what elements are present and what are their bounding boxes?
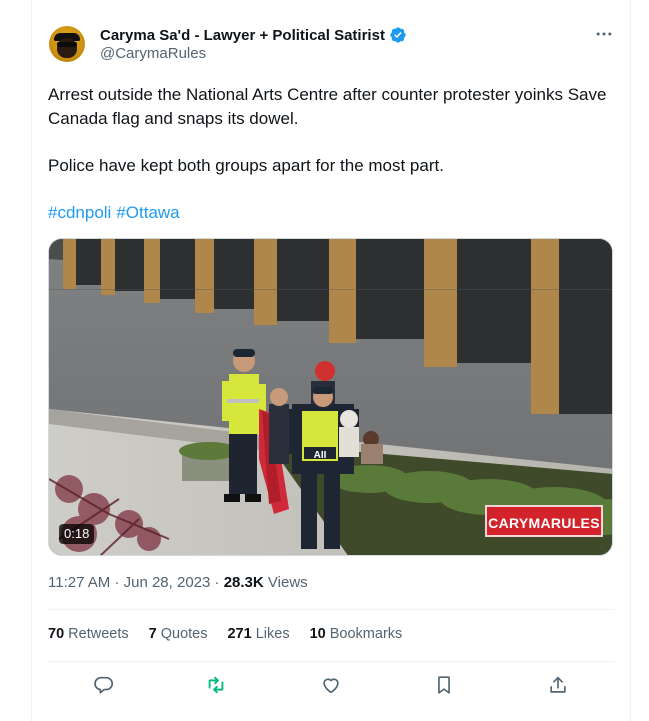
tweet-date[interactable]: Jun 28, 2023 [124, 574, 211, 591]
hashtag-link[interactable]: #cdnpoli [48, 203, 111, 222]
tweet-text-line: Police have kept both groups apart for t… [48, 156, 444, 175]
engagement-stats: 70 Retweets 7 Quotes 271 Likes 10 Bookma… [48, 626, 422, 642]
author-handle[interactable]: @CarymaRules [100, 45, 206, 62]
tweet-meta: 11:27 AM · Jun 28, 2023 · 28.3K Views [48, 574, 308, 591]
author-name-row: Caryma Sa'd - Lawyer + Political Satiris… [100, 25, 407, 45]
timeline-left-border [31, 0, 32, 721]
retweets-stat[interactable]: 70 Retweets [48, 626, 129, 642]
avatar[interactable] [49, 26, 85, 62]
likes-stat[interactable]: 271 Likes [227, 626, 289, 642]
hashtags: #cdnpoli #Ottawa [48, 203, 185, 223]
video-watermark: CARYMARULES [485, 505, 603, 537]
meta-separator: · [214, 574, 220, 591]
author-display-name[interactable]: Caryma Sa'd - Lawyer + Political Satiris… [100, 27, 385, 44]
bookmarks-stat[interactable]: 10 Bookmarks [310, 626, 403, 642]
tweet-text: Arrest outside the National Arts Centre … [48, 83, 608, 178]
verified-badge-icon[interactable] [389, 26, 407, 44]
action-bar [48, 674, 615, 698]
video-player[interactable]: AII 0:18 CARYMARULES [48, 238, 613, 556]
meta-separator: · [114, 574, 120, 591]
divider [48, 661, 615, 662]
bookmark-icon[interactable] [433, 674, 457, 698]
hashtag-link[interactable]: #Ottawa [116, 203, 179, 222]
views-count: 28.3K [223, 574, 264, 591]
divider [48, 609, 615, 610]
retweet-icon[interactable] [205, 674, 229, 698]
vest-text: AII [314, 450, 327, 461]
more-horizontal-icon[interactable] [594, 24, 614, 44]
tweet-time[interactable]: 11:27 AM [48, 574, 110, 591]
video-duration-badge: 0:18 [59, 524, 95, 544]
tweet-text-line: Arrest outside the National Arts Centre … [48, 85, 607, 128]
views-label: Views [267, 574, 308, 591]
timeline-right-border [630, 0, 631, 721]
quotes-stat[interactable]: 7 Quotes [149, 626, 208, 642]
reply-icon[interactable] [93, 674, 117, 698]
heart-icon[interactable] [320, 674, 344, 698]
share-icon[interactable] [547, 674, 571, 698]
